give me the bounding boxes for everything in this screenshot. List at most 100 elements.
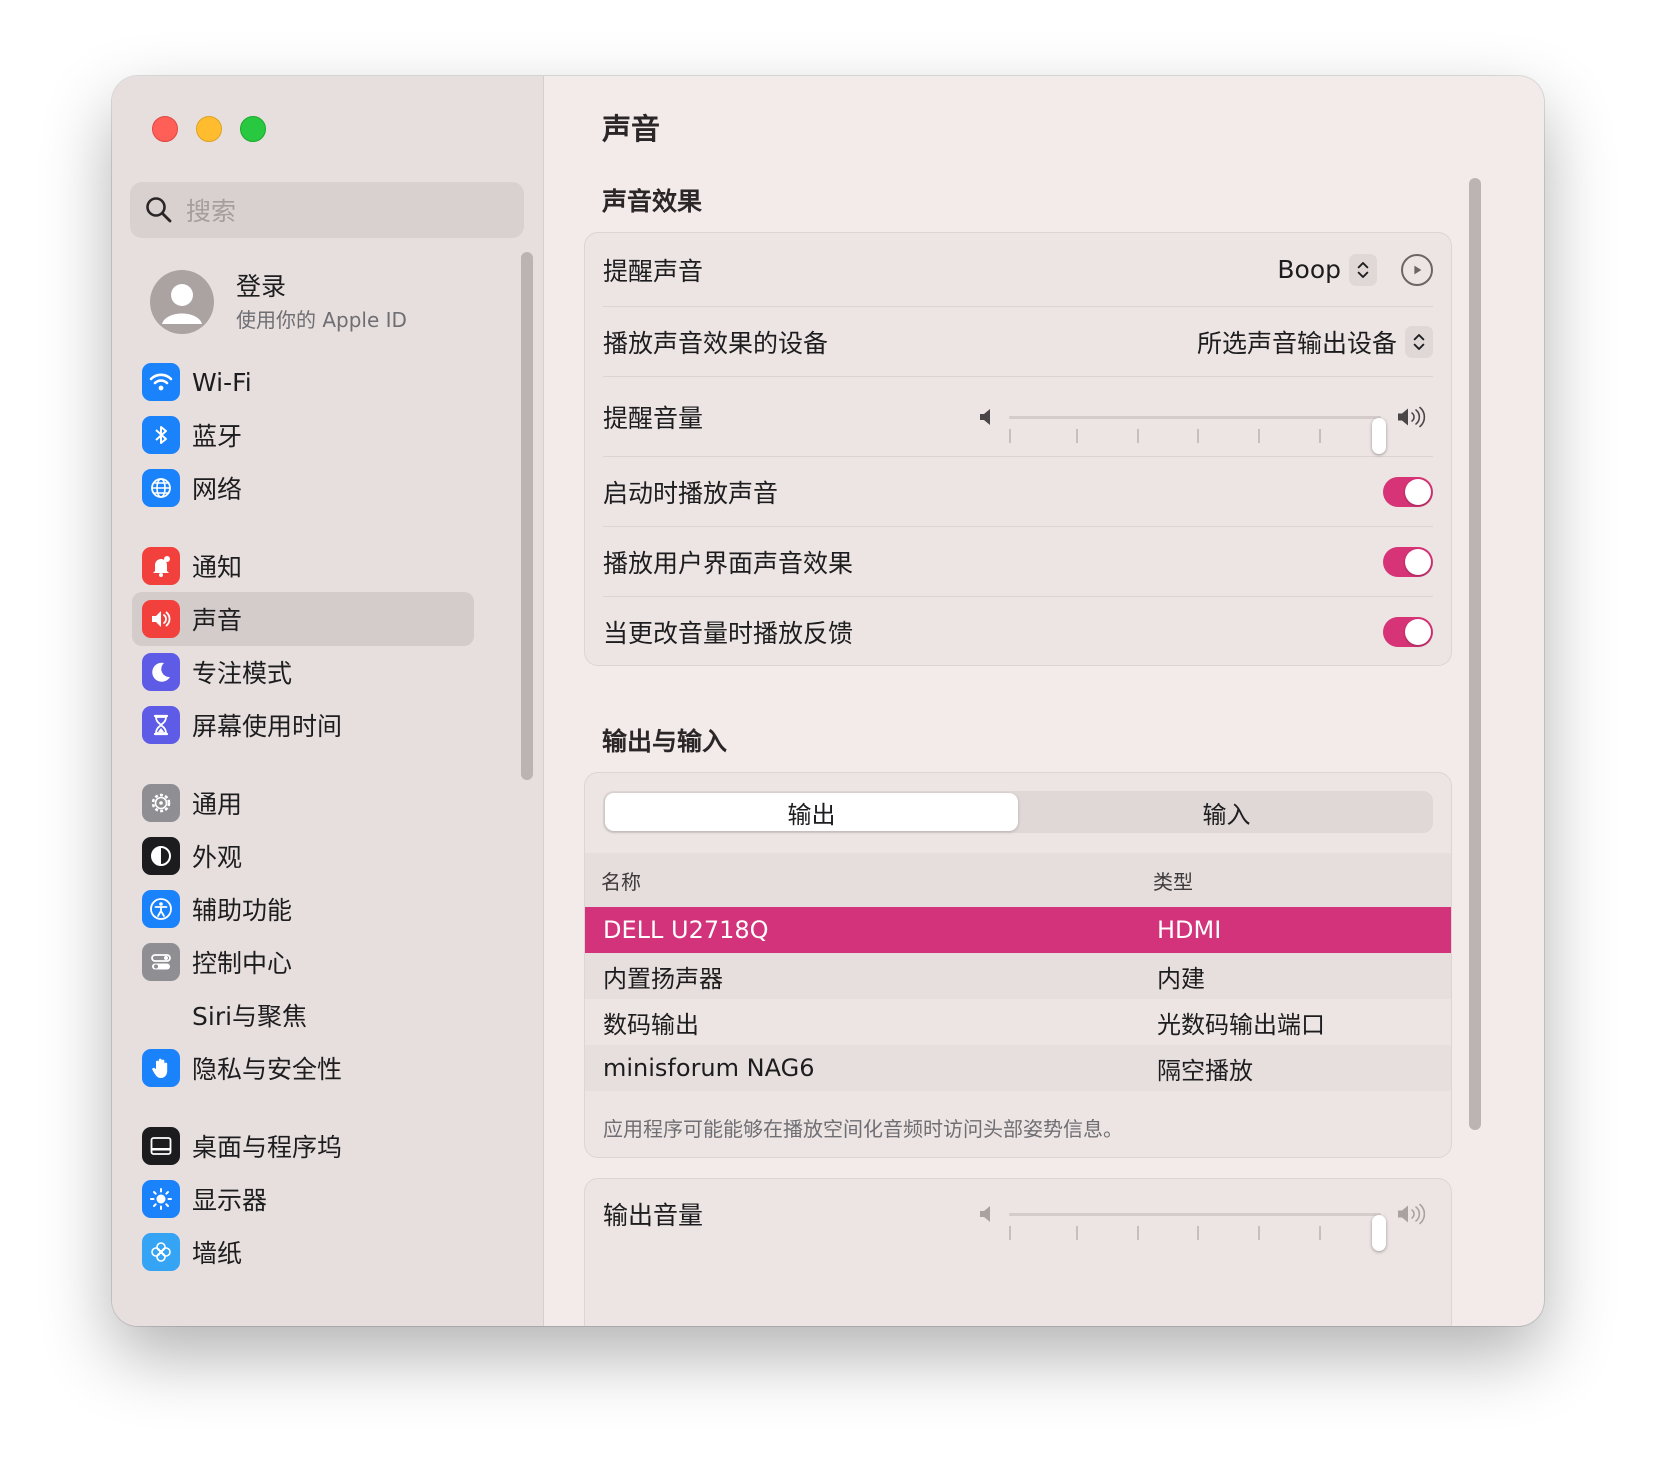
alert-sound-label: 提醒声音 — [603, 256, 704, 286]
volume-feedback-label: 当更改音量时播放反馈 — [603, 619, 854, 648]
sidebar-item-label: 通用 — [192, 790, 243, 819]
startup-sound-toggle[interactable] — [1383, 476, 1433, 507]
alert-volume-slider[interactable] — [979, 397, 1433, 454]
settings-window: 搜索 登录 使用你的 Apple ID Wi-Fi 蓝牙 网络 通知 声音 专注… — [112, 76, 1544, 1326]
device-name: 数码输出 — [603, 1010, 699, 1039]
alert-volume-row: 提醒音量 — [603, 377, 1433, 457]
sidebar-item-desktop-dock[interactable]: 桌面与程序坞 — [132, 1119, 474, 1173]
sidebar-item-focus[interactable]: 专注模式 — [132, 645, 474, 699]
sidebar-scrollbar[interactable] — [521, 252, 533, 780]
column-header-type[interactable]: 类型 — [1153, 866, 1193, 895]
tab-input[interactable]: 输入 — [1020, 791, 1433, 833]
sidebar-item-screen-time[interactable]: 屏幕使用时间 — [132, 698, 474, 752]
play-device-row: 播放声音效果的设备 所选声音输出设备 — [603, 307, 1433, 377]
section-title-sound-effects: 声音效果 — [602, 187, 703, 216]
device-name: 内置扬声器 — [603, 964, 723, 993]
play-device-popup[interactable]: 所选声音输出设备 — [1197, 324, 1433, 360]
speaker-icon — [142, 600, 180, 638]
moon-icon — [142, 653, 180, 691]
volume-feedback-toggle[interactable] — [1383, 617, 1433, 647]
sidebar-item-label: 墙纸 — [192, 1239, 243, 1268]
sidebar-item-sound[interactable]: 声音 — [132, 592, 474, 646]
avatar — [150, 270, 214, 334]
sidebar-item-displays[interactable]: 显示器 — [132, 1172, 474, 1226]
sidebar-item-accessibility[interactable]: 辅助功能 — [132, 882, 474, 936]
sidebar-item-label: 专注模式 — [192, 659, 293, 688]
sidebar-item-bluetooth[interactable]: 蓝牙 — [132, 408, 474, 462]
sidebar-item-label: 控制中心 — [192, 949, 293, 978]
device-type: HDMI — [1157, 916, 1222, 944]
bell-icon — [142, 547, 180, 585]
search-input[interactable]: 搜索 — [130, 182, 524, 238]
ui-sounds-label: 播放用户界面声音效果 — [603, 548, 854, 578]
accessibility-icon — [142, 890, 180, 928]
table-header: 名称 类型 — [585, 853, 1451, 907]
sidebar-item-label: 屏幕使用时间 — [192, 712, 343, 741]
person-icon — [150, 270, 214, 334]
device-name: minisforum NAG6 — [603, 1054, 815, 1082]
sidebar-item-label: 辅助功能 — [192, 896, 293, 925]
alert-sound-popup[interactable]: Boop — [1277, 253, 1377, 286]
play-icon[interactable] — [1401, 253, 1433, 286]
sidebar-item-label: Wi-Fi — [192, 367, 252, 397]
appearance-icon — [142, 837, 180, 875]
output-volume-slider[interactable] — [979, 1194, 1433, 1251]
sidebar-item-label: 外观 — [192, 843, 243, 872]
sidebar-item-label: 网络 — [192, 475, 243, 504]
minimize-window-button[interactable] — [196, 116, 222, 142]
sidebar-item-notifications[interactable]: 通知 — [132, 539, 474, 593]
sidebar-item-privacy[interactable]: 隐私与安全性 — [132, 1041, 474, 1095]
table-row[interactable]: DELL U2718Q HDMI — [585, 907, 1451, 953]
sidebar-item-wallpaper[interactable]: 墙纸 — [132, 1225, 474, 1279]
sidebar-item-appearance[interactable]: 外观 — [132, 829, 474, 883]
sound-effects-card: 提醒声音 Boop 播放声音效果的设备 所选声音输出设备 提醒音量 启动时播放声… — [584, 232, 1452, 666]
tab-output[interactable]: 输出 — [605, 793, 1018, 831]
slider-knob[interactable] — [1372, 417, 1386, 454]
sidebar-item-label: 蓝牙 — [192, 422, 243, 451]
ui-sounds-row: 播放用户界面声音效果 — [603, 527, 1433, 597]
page-title: 声音 — [602, 112, 661, 146]
main-scrollbar[interactable] — [1469, 178, 1481, 1130]
alert-sound-row: 提醒声音 Boop — [603, 233, 1433, 307]
sidebar-item-label: 通知 — [192, 553, 243, 582]
zoom-window-button[interactable] — [240, 116, 266, 142]
output-volume-label: 输出音量 — [603, 1201, 704, 1230]
close-window-button[interactable] — [152, 116, 178, 142]
table-row[interactable]: 数码输出 光数码输出端口 — [585, 999, 1451, 1045]
output-volume-row: 输出音量 — [603, 1179, 1433, 1251]
main-pane: 声音 声音效果 提醒声音 Boop 播放声音效果的设备 所选声音输出设备 提醒音… — [544, 76, 1544, 1326]
dock-icon — [142, 1127, 180, 1165]
control-center-icon — [142, 943, 180, 981]
startup-sound-label: 启动时播放声音 — [603, 478, 779, 508]
alert-volume-label: 提醒音量 — [603, 403, 704, 433]
sidebar-item-network[interactable]: 网络 — [132, 461, 474, 515]
volume-low-icon — [980, 1206, 990, 1222]
alert-sound-value: Boop — [1277, 255, 1341, 284]
device-type: 隔空播放 — [1157, 1056, 1253, 1085]
table-row[interactable]: minisforum NAG6 隔空播放 — [585, 1045, 1451, 1091]
sidebar-item-control-center[interactable]: 控制中心 — [132, 935, 474, 989]
column-header-name[interactable]: 名称 — [601, 866, 641, 895]
sidebar-item-siri[interactable]: Siri与聚焦 — [132, 988, 474, 1042]
volume-high-icon — [1398, 1203, 1426, 1225]
apple-id-account[interactable]: 登录 使用你的 Apple ID — [150, 270, 407, 334]
device-name: DELL U2718Q — [603, 916, 769, 944]
table-row[interactable]: 内置扬声器 内建 — [585, 953, 1451, 999]
chevron-up-down-icon — [1349, 253, 1377, 286]
siri-icon — [142, 996, 180, 1034]
ui-sounds-toggle[interactable] — [1383, 546, 1433, 577]
sidebar-item-wifi[interactable]: Wi-Fi — [132, 355, 474, 409]
flower-icon — [142, 1233, 180, 1271]
play-device-value: 所选声音输出设备 — [1196, 328, 1397, 358]
sidebar-item-label: 隐私与安全性 — [192, 1055, 343, 1084]
window-controls — [152, 116, 266, 142]
wifi-icon — [142, 363, 180, 401]
play-device-label: 播放声音效果的设备 — [603, 328, 829, 358]
search-placeholder: 搜索 — [186, 197, 237, 226]
sidebar-item-general[interactable]: 通用 — [132, 776, 474, 830]
volume-feedback-row: 当更改音量时播放反馈 — [603, 597, 1433, 667]
slider-knob[interactable] — [1372, 1215, 1386, 1251]
volume-high-icon — [1398, 406, 1426, 427]
sidebar-item-label: 声音 — [192, 606, 243, 635]
output-volume-card: 输出音量 — [584, 1178, 1452, 1326]
